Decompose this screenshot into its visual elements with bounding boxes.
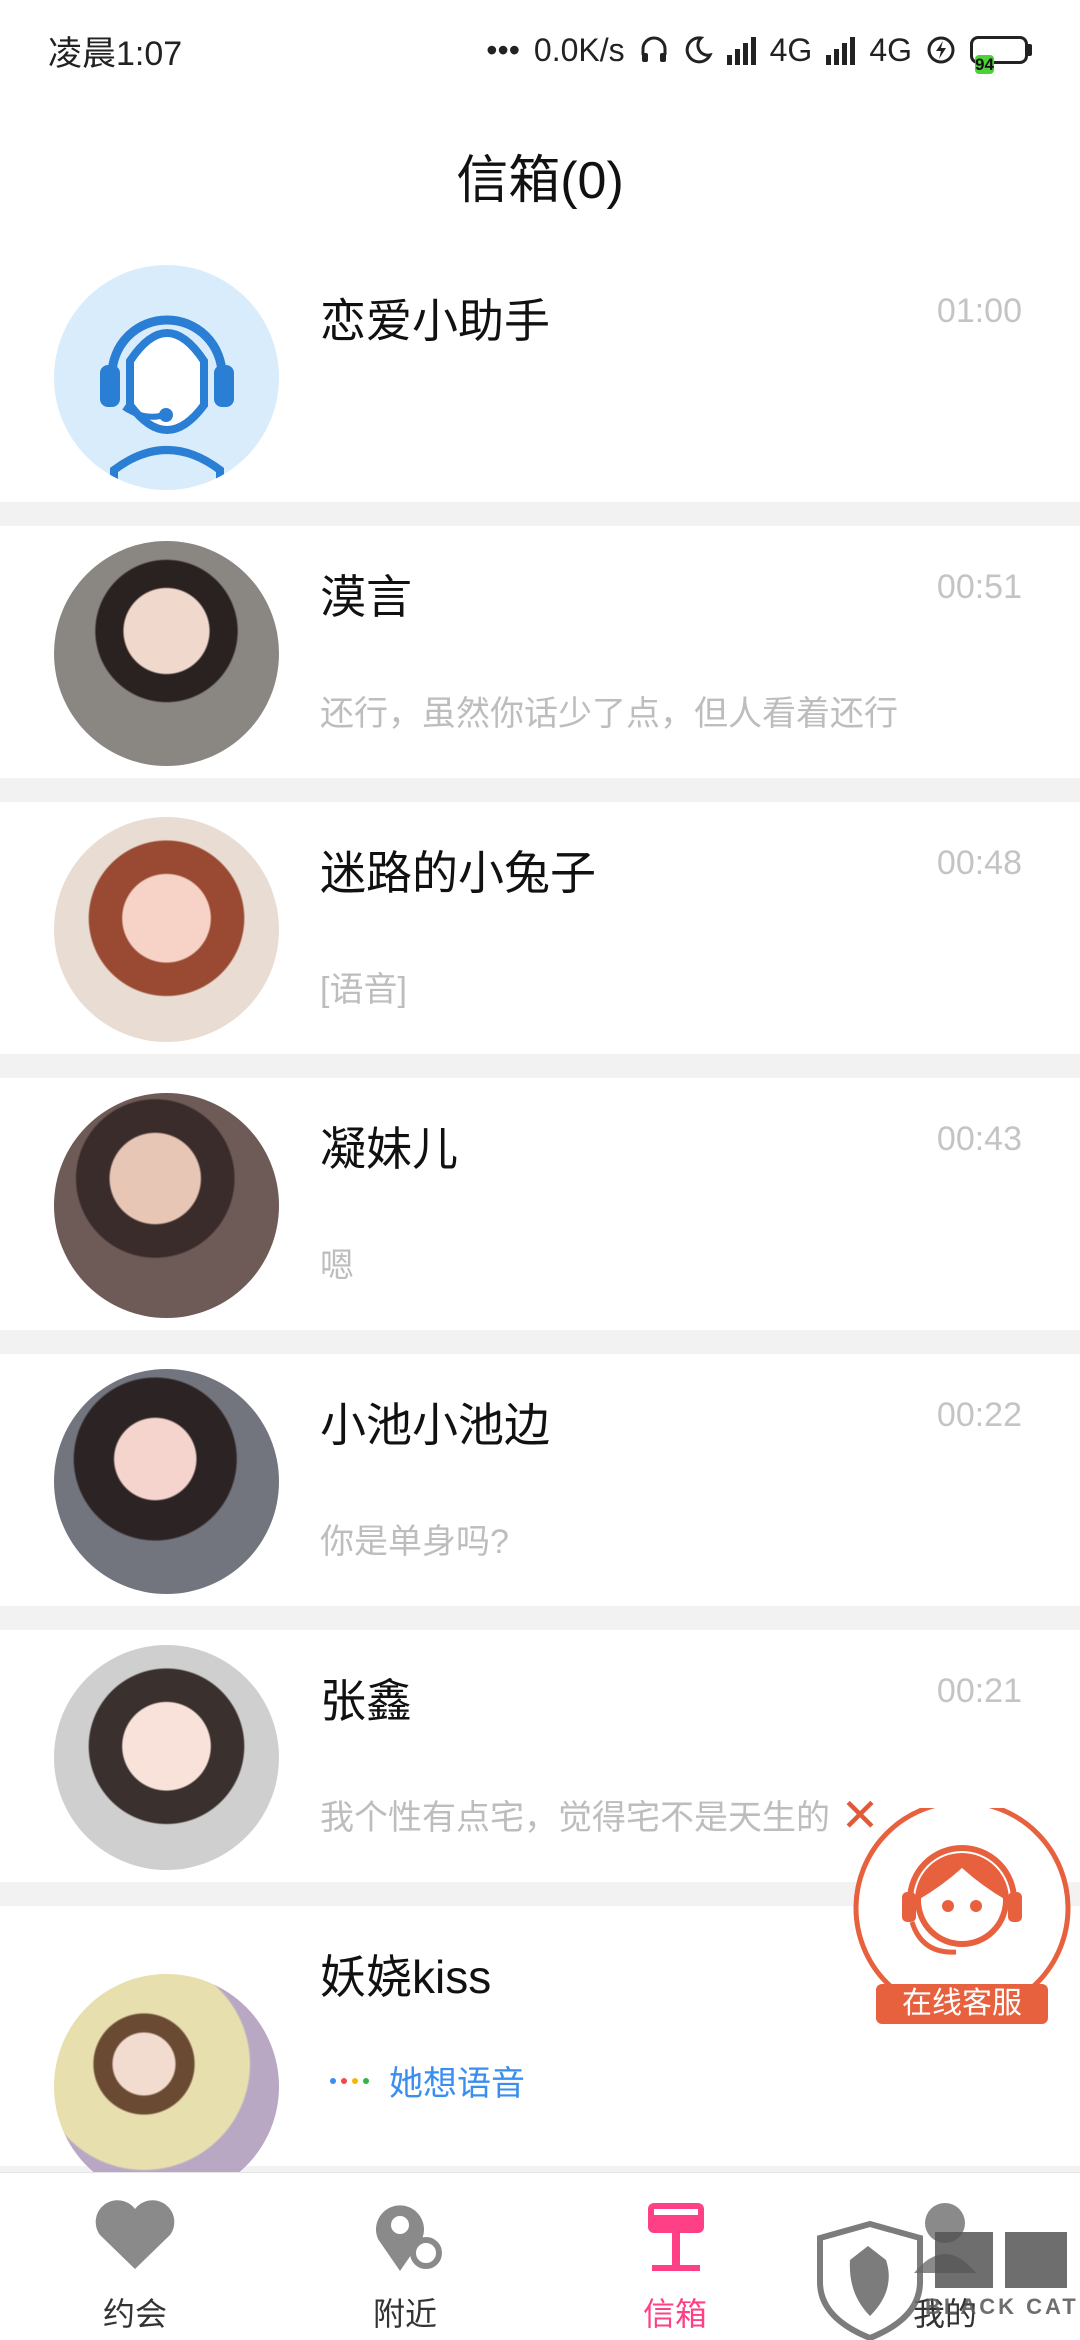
network-type-1: 4G <box>769 31 813 68</box>
message-time: 00:48 <box>936 844 1022 882</box>
voice-request[interactable]: 她想语音 <box>330 2056 525 2105</box>
contact-name: 迷路的小兔子 <box>320 847 596 899</box>
online-service-button[interactable]: 在线客服 <box>852 1799 1072 2028</box>
message-preview: 嗯 <box>320 1247 354 1285</box>
online-service-label: 在线客服 <box>876 1984 1048 2024</box>
contact-name: 漠言 <box>320 571 412 623</box>
cat-shield-icon <box>817 2220 1067 2340</box>
message-preview: 你是单身吗? <box>320 1523 509 1561</box>
contact-name: 妖娆kiss <box>320 1951 492 2003</box>
message-row[interactable]: 凝妹儿 00:43 嗯 <box>0 1078 1080 1330</box>
tab-label: 附近 <box>372 2296 437 2332</box>
battery-level: 94 <box>975 55 994 74</box>
charging-icon <box>927 36 955 64</box>
status-bar: 凌晨1:07 ••• 0.0K/s 4G 4G 94 <box>0 0 1080 100</box>
voice-request-label: 她想语音 <box>389 2065 525 2103</box>
headphones-icon <box>641 36 667 62</box>
message-preview: 还行，虽然你话少了点，但人看着还行 <box>320 695 898 733</box>
tab-label: 信箱 <box>642 2296 707 2332</box>
message-preview: 我个性有点宅，觉得宅不是天生的 <box>320 1799 830 1837</box>
signal-icon <box>826 35 856 65</box>
more-dots-icon: ••• <box>486 31 520 68</box>
message-row[interactable]: 恋爱小助手 01:00 <box>0 250 1080 502</box>
message-preview: [语音] <box>320 971 407 1009</box>
status-time: 凌晨1:07 <box>48 34 183 73</box>
customer-service-icon <box>853 1799 1071 2017</box>
watermark-logo: BLACK CAT <box>810 2220 1080 2340</box>
network-speed: 0.0K/s <box>533 31 625 68</box>
message-time: 01:00 <box>936 292 1022 330</box>
tab-dating[interactable]: 约会 <box>0 2173 270 2340</box>
message-time: 00:51 <box>936 568 1022 606</box>
tab-nearby[interactable]: 附近 <box>270 2173 540 2340</box>
message-time: 00:43 <box>936 1120 1022 1158</box>
location-icon <box>376 2205 442 2271</box>
contact-name: 恋爱小助手 <box>320 295 550 347</box>
mailbox-icon <box>648 2203 704 2271</box>
signal-icon <box>726 35 756 65</box>
assistant-avatar[interactable] <box>54 265 279 490</box>
page-header: 信箱(0) <box>0 100 1080 250</box>
avatar[interactable] <box>54 1645 279 1870</box>
avatar[interactable] <box>54 1369 279 1594</box>
message-row[interactable]: 迷路的小兔子 00:48 [语音] <box>0 802 1080 1054</box>
avatar[interactable] <box>54 1093 279 1318</box>
contact-name: 凝妹儿 <box>320 1123 458 1175</box>
moon-icon <box>685 36 713 64</box>
battery-icon: 94 <box>970 36 1032 74</box>
contact-name: 小池小池边 <box>320 1399 550 1451</box>
message-row[interactable]: 漠言 00:51 还行，虽然你话少了点，但人看着还行 <box>0 526 1080 778</box>
heart-icon <box>95 2200 175 2269</box>
message-time: 00:22 <box>936 1396 1022 1434</box>
status-icons: ••• 0.0K/s 4G 4G 94 <box>486 31 1032 74</box>
message-row[interactable]: 小池小池边 00:22 你是单身吗? <box>0 1354 1080 1606</box>
tab-label: 约会 <box>102 2296 167 2332</box>
avatar[interactable] <box>54 817 279 1042</box>
watermark-text: BLACK CAT <box>925 2294 1079 2319</box>
network-type-2: 4G <box>869 31 912 68</box>
close-icon[interactable]: ✕ <box>838 1792 882 1838</box>
dots-icon <box>330 2077 369 2084</box>
message-time: 00:21 <box>936 1672 1022 1710</box>
tab-inbox[interactable]: 信箱 <box>540 2173 810 2340</box>
page-title: 信箱(0) <box>456 151 624 210</box>
avatar[interactable] <box>54 541 279 766</box>
contact-name: 张鑫 <box>320 1675 412 1727</box>
avatar[interactable] <box>54 1974 279 2199</box>
